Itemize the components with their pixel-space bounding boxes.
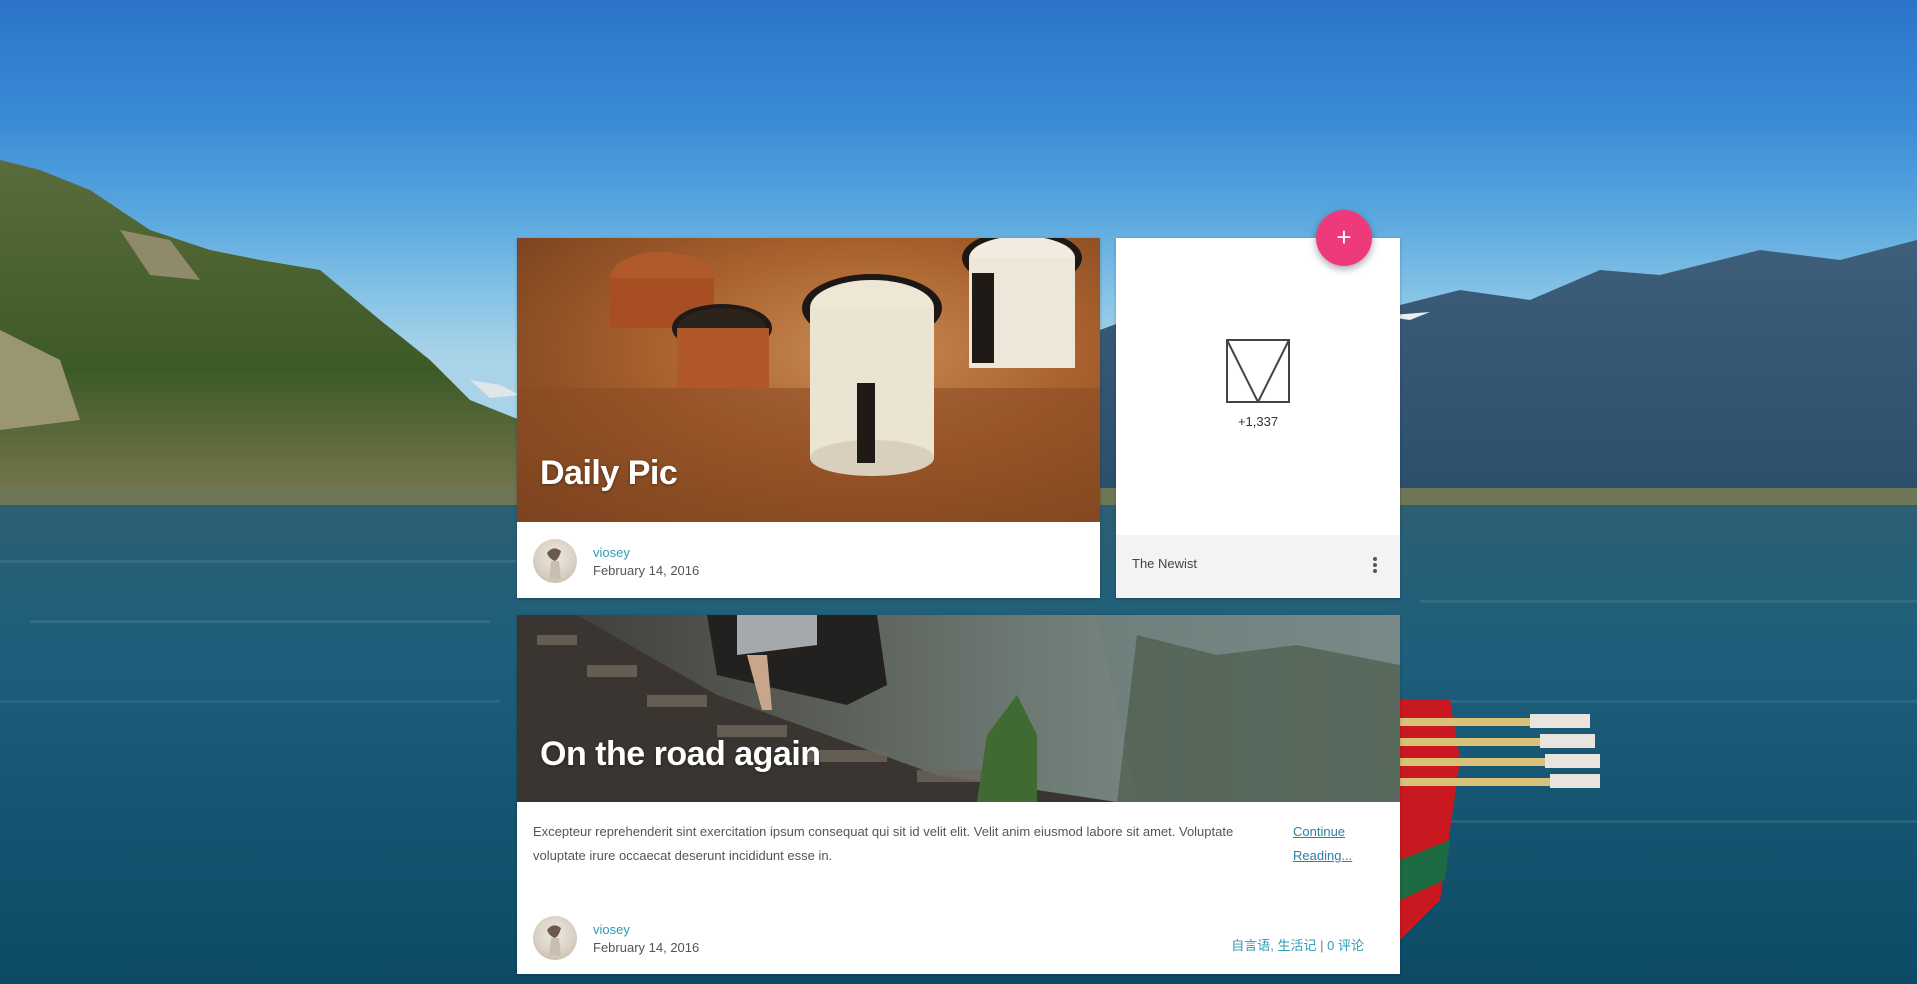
category-separator: , (1270, 938, 1274, 953)
post-title[interactable]: On the road again (540, 735, 821, 774)
post-card-daily-pic[interactable]: Daily Pic viosey February 14, 2016 (517, 238, 1100, 598)
post-date: February 14, 2016 (593, 940, 700, 955)
newest-card: +1,337 The Newist (1116, 238, 1400, 598)
plus-icon: + (1336, 222, 1352, 252)
meta-separator: | (1320, 938, 1324, 953)
category-link[interactable]: 自言语 (1231, 938, 1270, 953)
author-name[interactable]: viosey (593, 545, 630, 560)
post-excerpt: Excepteur reprehenderit sint exercitatio… (533, 824, 1234, 863)
add-fab-button[interactable]: + (1316, 210, 1372, 266)
post-title[interactable]: Daily Pic (540, 454, 678, 493)
logo-icon (1226, 339, 1290, 405)
newest-card-footer: The Newist (1116, 535, 1400, 598)
author-avatar[interactable] (533, 916, 577, 960)
post-date: February 14, 2016 (593, 563, 700, 578)
category-link[interactable]: 生活记 (1278, 938, 1317, 953)
post-card-on-the-road[interactable]: On the road again Excepteur reprehenderi… (517, 615, 1400, 974)
author-name[interactable]: viosey (593, 922, 630, 937)
continue-reading-link[interactable]: Continue Reading... (1293, 820, 1373, 868)
avatar-illustration (547, 925, 561, 956)
site-logo (1226, 339, 1290, 408)
visitor-count: +1,337 (1237, 414, 1279, 429)
comments-link[interactable]: 0 评论 (1327, 938, 1364, 953)
avatar-illustration (547, 548, 561, 579)
post-meta: 自言语, 生活记 | 0 评论 (1231, 935, 1364, 954)
newest-label: The Newist (1132, 556, 1198, 571)
more-vert-icon[interactable] (1370, 557, 1380, 577)
author-avatar[interactable] (533, 539, 577, 583)
